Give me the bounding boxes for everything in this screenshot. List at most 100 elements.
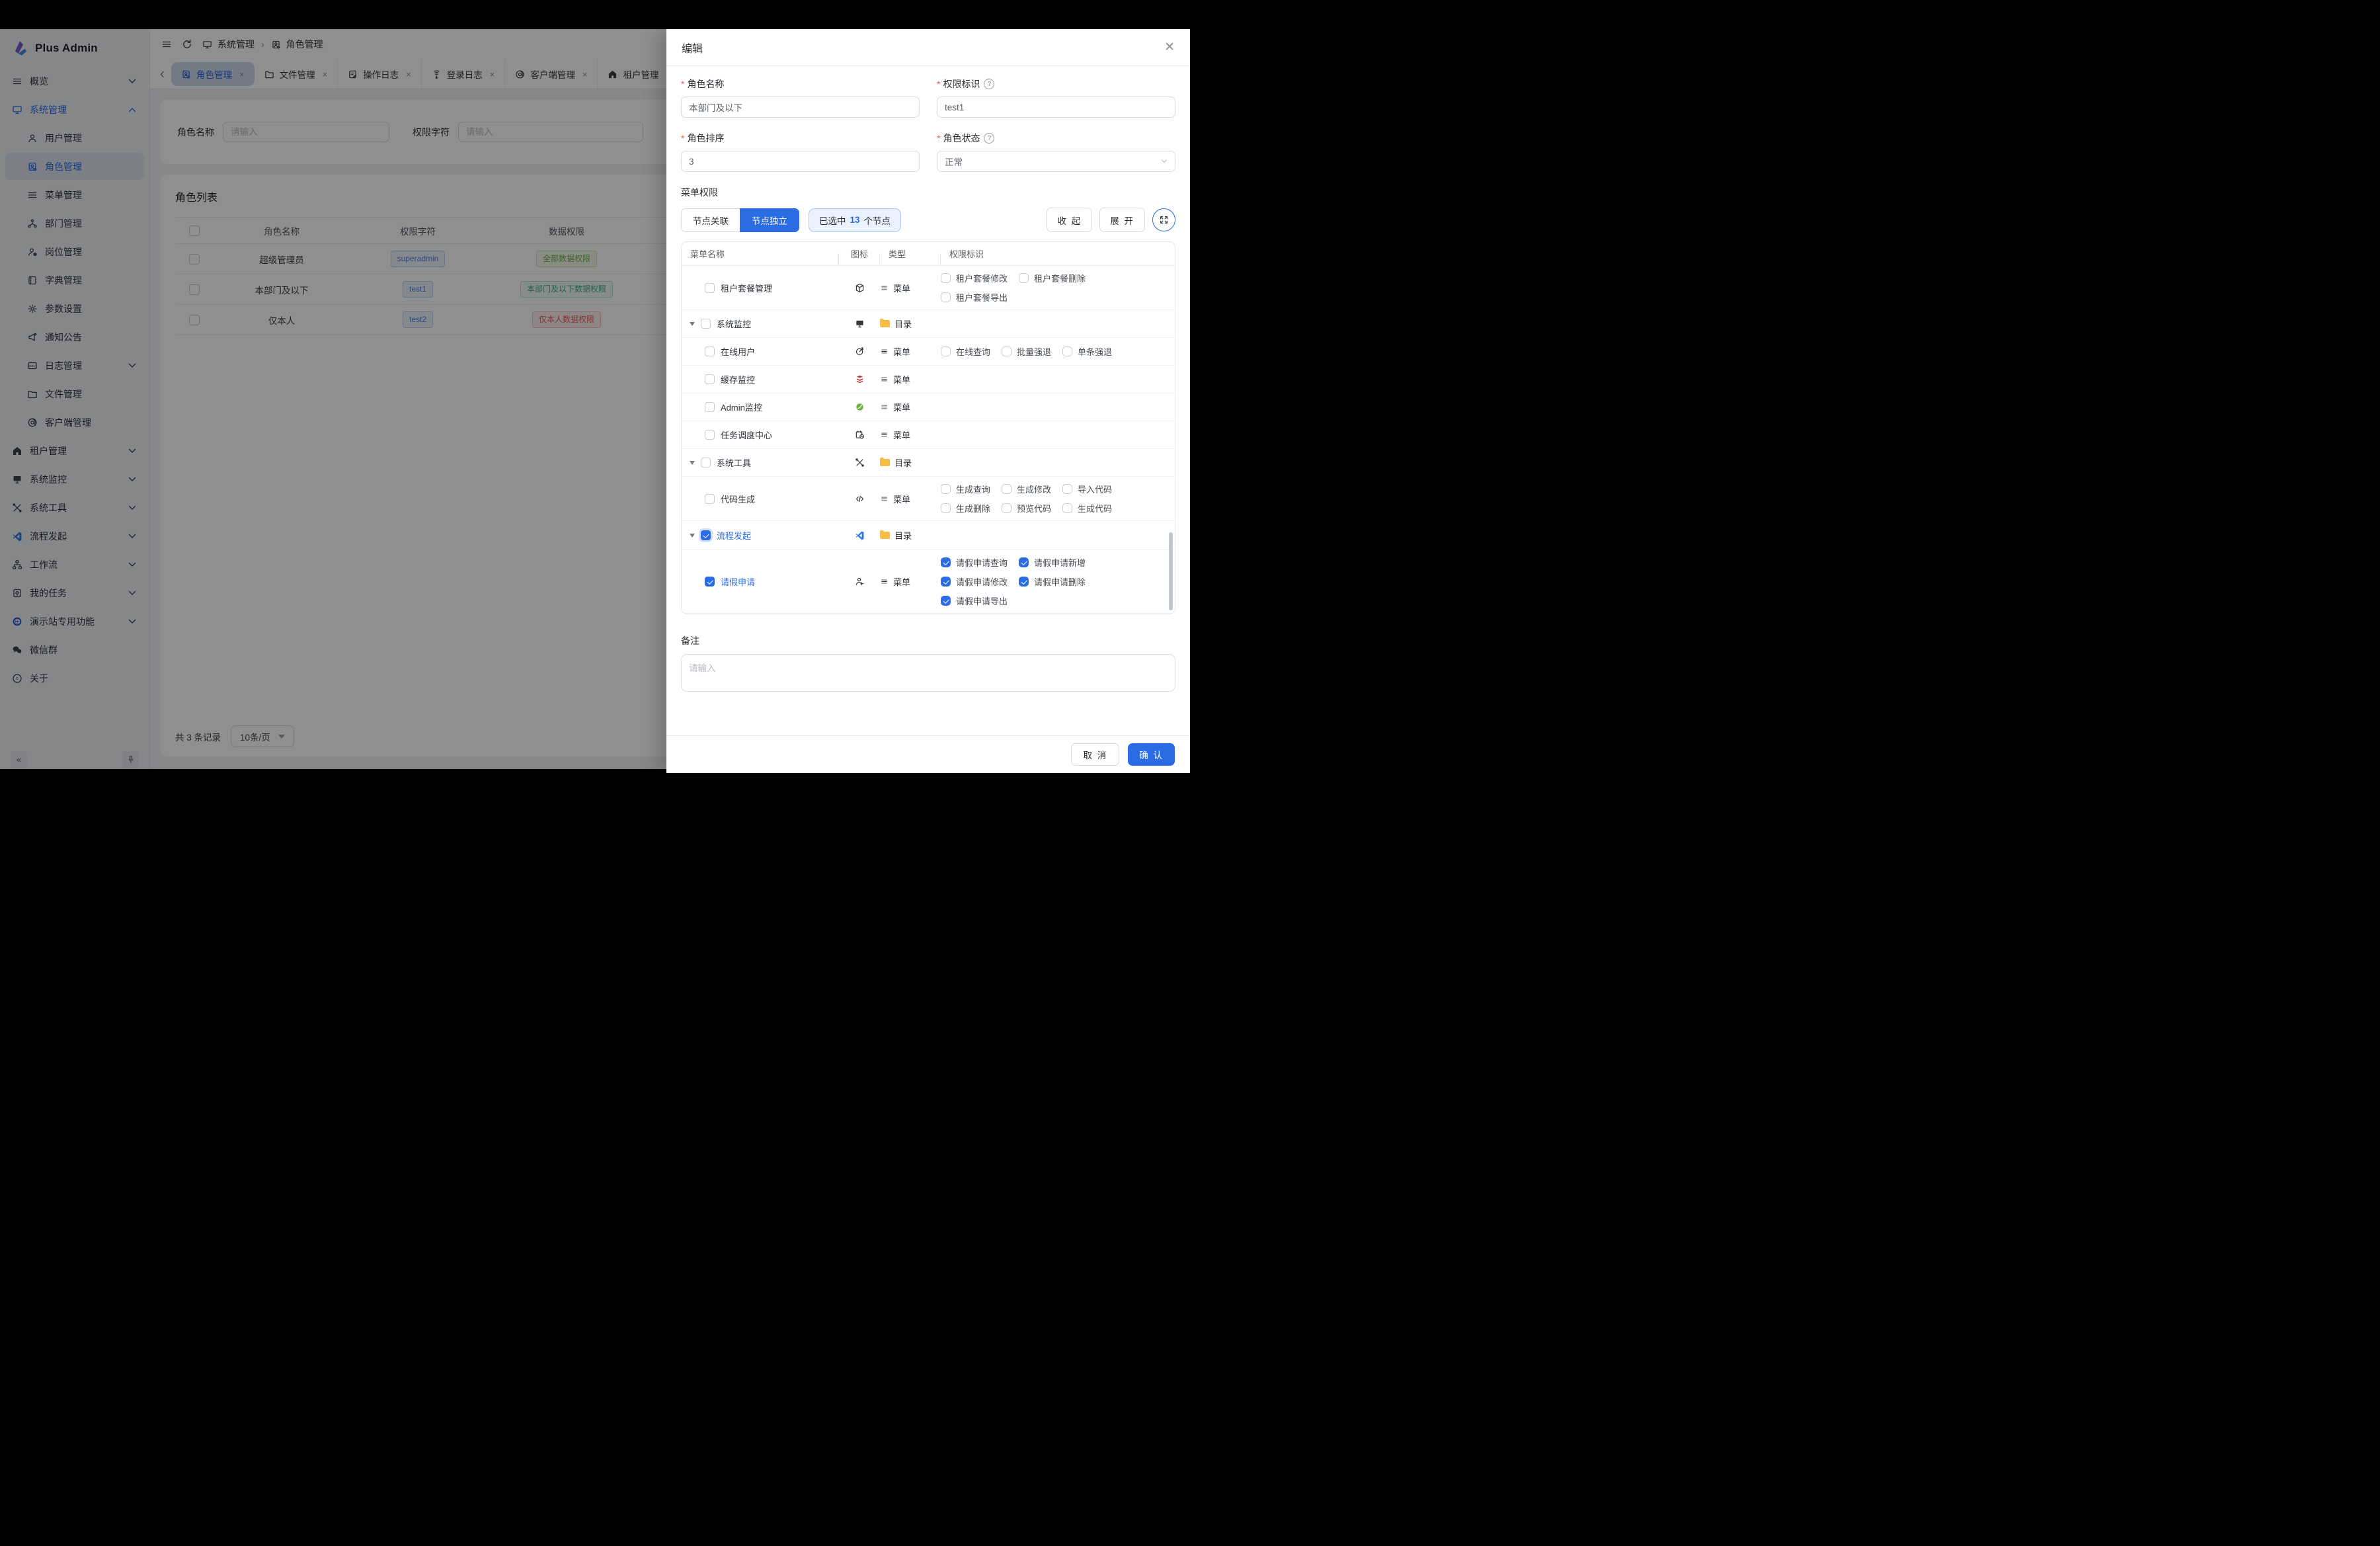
tools-icon — [855, 458, 865, 468]
perm-item[interactable]: 生成删除 — [941, 502, 990, 514]
perm-item[interactable]: 请假申请修改 — [941, 575, 1008, 588]
perm-item[interactable]: 请假申请新增 — [1019, 556, 1086, 569]
required-asterisk: * — [681, 79, 684, 89]
menu-type-icon — [880, 403, 889, 411]
perm-item[interactable]: 请假申请删除 — [1019, 575, 1086, 588]
redis-icon — [855, 374, 865, 384]
screen: Plus Admin 概览 系统管理 用户管理 角色管理 菜单管理 部门管理 岗… — [0, 0, 1190, 773]
node-checkbox[interactable] — [701, 530, 711, 540]
vscode-icon — [855, 530, 865, 540]
cancel-button[interactable]: 取 消 — [1071, 743, 1119, 766]
perm-item[interactable]: 单条强退 — [1062, 345, 1112, 358]
node-independent-button[interactable]: 节点独立 — [740, 208, 799, 232]
role-status-select[interactable] — [937, 151, 1175, 172]
node-mode-segmented: 节点关联 节点独立 — [681, 208, 799, 232]
tree-row-system-monitor: 系统监控 目录 — [682, 310, 1175, 338]
person-arrow-icon — [855, 577, 865, 587]
node-checkbox[interactable] — [705, 283, 715, 293]
perm-item[interactable]: 请假申请查询 — [941, 556, 1008, 569]
tree-row-flow-start: 流程发起 目录 — [682, 521, 1175, 550]
window-chrome-bar — [0, 0, 1190, 29]
drawer-body: *角色名称 *权限标识? *角色排序 *角色状态? — [666, 66, 1190, 695]
help-icon[interactable]: ? — [984, 79, 994, 89]
help-icon[interactable]: ? — [984, 133, 994, 143]
node-checkbox[interactable] — [705, 577, 715, 587]
fullscreen-button[interactable] — [1152, 208, 1175, 231]
tree-row-task-scheduler: 任务调度中心 菜单 — [682, 421, 1175, 449]
perm-item[interactable]: 导入代码 — [1062, 483, 1112, 495]
confirm-button[interactable]: 确 认 — [1128, 743, 1175, 766]
folder-type-icon — [880, 459, 890, 466]
node-checkbox[interactable] — [705, 346, 715, 356]
perm-item[interactable]: 生成代码 — [1062, 502, 1112, 514]
field-role-status: *角色状态? — [937, 132, 1175, 172]
monitor-icon — [855, 319, 865, 329]
tree-row-admin-monitor: Admin监控 菜单 — [682, 393, 1175, 421]
perm-item[interactable]: 生成修改 — [1002, 483, 1051, 495]
package-icon — [855, 283, 865, 293]
perm-item[interactable]: 请假申请导出 — [941, 594, 1008, 607]
menu-perm-controls: 节点关联 节点独立 已选中 13 个节点 收 起 展 开 — [681, 208, 1175, 232]
edit-drawer: 编辑 ✕ *角色名称 *权限标识? *角色排序 *角色 — [666, 29, 1190, 773]
required-asterisk: * — [937, 79, 940, 89]
close-icon[interactable]: ✕ — [1164, 41, 1175, 54]
online-user-icon — [855, 346, 865, 356]
folder-type-icon — [880, 320, 890, 327]
code-icon — [855, 494, 865, 504]
node-checkbox[interactable] — [701, 319, 711, 329]
node-checkbox[interactable] — [705, 374, 715, 384]
perm-item[interactable]: 租户套餐导出 — [941, 291, 1008, 304]
node-checkbox[interactable] — [705, 402, 715, 412]
required-asterisk: * — [681, 133, 684, 143]
required-asterisk: * — [937, 133, 940, 143]
node-checkbox[interactable] — [705, 494, 715, 504]
expand-toggle-icon[interactable] — [690, 534, 695, 538]
selected-count: 13 — [850, 215, 860, 225]
perm-item[interactable]: 租户套餐修改 — [941, 272, 1008, 284]
expand-toggle-icon[interactable] — [690, 322, 695, 326]
drawer-title: 编辑 — [682, 40, 703, 56]
tree-row-system-tools: 系统工具 目录 — [682, 449, 1175, 477]
folder-type-icon — [880, 532, 890, 539]
chevron-down-icon — [1160, 157, 1168, 165]
role-name-input[interactable] — [681, 97, 920, 118]
tree-row-tenant-package: 租户套餐管理 菜单 租户套餐修改 租户套餐删除 租户套餐导出 — [682, 266, 1175, 310]
collapse-all-button[interactable]: 收 起 — [1047, 208, 1092, 232]
menu-type-icon — [880, 284, 889, 292]
tree-row-code-gen: 代码生成 菜单 生成查询 生成修改 导入代码 生成删除 预览代码 生成代码 — [682, 477, 1175, 521]
perm-item[interactable]: 租户套餐删除 — [1019, 272, 1086, 284]
menu-type-icon — [880, 495, 889, 503]
tree-scrollbar[interactable] — [1169, 532, 1173, 610]
menu-type-icon — [880, 578, 889, 585]
tree-row-leave-request: 请假申请 菜单 请假申请查询 请假申请新增 请假申请修改 请假申请删除 请假申请… — [682, 550, 1175, 614]
expand-toggle-icon[interactable] — [690, 461, 695, 465]
menu-type-icon — [880, 376, 889, 383]
menu-perm-tree-table: 菜单名称 图标 类型 权限标识 租户套餐管理 菜单 租户套餐修改 租户套餐删除 … — [681, 241, 1175, 614]
field-role-name: *角色名称 — [681, 77, 920, 118]
remark-textarea[interactable] — [681, 654, 1175, 692]
fullscreen-icon — [1159, 215, 1169, 225]
tree-row-cache-monitor: 缓存监控 菜单 — [682, 366, 1175, 393]
field-role-sort: *角色排序 — [681, 132, 920, 172]
perm-item[interactable]: 预览代码 — [1002, 502, 1051, 514]
tree-table-header: 菜单名称 图标 类型 权限标识 — [682, 242, 1175, 266]
selected-count-badge: 已选中 13 个节点 — [809, 208, 901, 232]
tree-row-online-users: 在线用户 菜单 在线查询 批量强退 单条强退 — [682, 338, 1175, 366]
expand-all-button[interactable]: 展 开 — [1099, 208, 1145, 232]
menu-type-icon — [880, 431, 889, 438]
schedule-icon — [855, 430, 865, 440]
perm-item[interactable]: 批量强退 — [1002, 345, 1051, 358]
perm-item[interactable]: 生成查询 — [941, 483, 990, 495]
node-linked-button[interactable]: 节点关联 — [681, 208, 740, 232]
remark-label: 备注 — [681, 634, 1175, 647]
node-checkbox[interactable] — [705, 430, 715, 440]
field-perm-key: *权限标识? — [937, 77, 1175, 118]
perm-key-input[interactable] — [937, 97, 1175, 118]
drawer-footer: 取 消 确 认 — [666, 735, 1190, 773]
menu-type-icon — [880, 348, 889, 355]
role-sort-input[interactable] — [681, 151, 920, 172]
spring-icon — [855, 402, 865, 412]
perm-item[interactable]: 在线查询 — [941, 345, 990, 358]
menu-perm-title: 菜单权限 — [681, 186, 1175, 199]
node-checkbox[interactable] — [701, 458, 711, 468]
